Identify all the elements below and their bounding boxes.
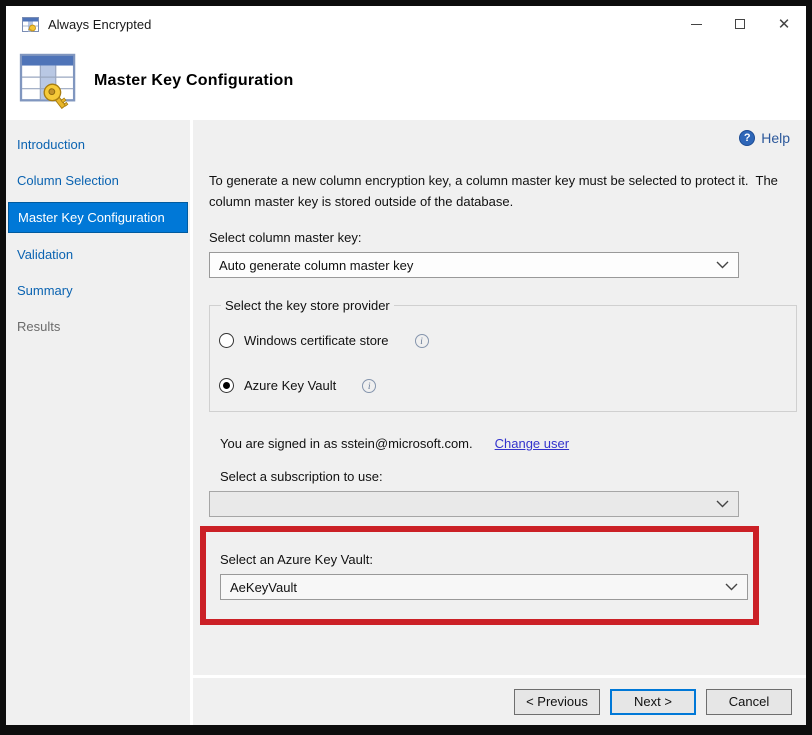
intro-text: To generate a new column encryption key,… [209, 170, 792, 212]
change-user-link[interactable]: Change user [495, 436, 569, 451]
sidebar-item-master-key-configuration[interactable]: Master Key Configuration [8, 202, 188, 233]
maximize-button[interactable] [718, 6, 762, 42]
sidebar-item-validation[interactable]: Validation [8, 240, 188, 269]
title-bar: Always Encrypted ✕ [6, 6, 806, 42]
chevron-down-icon [716, 261, 729, 269]
wizard-button-bar: < Previous Next > Cancel [193, 675, 806, 725]
sidebar-item-column-selection[interactable]: Column Selection [8, 166, 188, 195]
master-key-label: Select column master key: [209, 230, 794, 245]
minimize-button[interactable] [674, 6, 718, 42]
radio-azure-key-vault-label: Azure Key Vault [244, 378, 336, 393]
radio-azure-key-vault[interactable]: Azure Key Vault i [219, 378, 786, 393]
signed-in-text: You are signed in as sstein@microsoft.co… [220, 436, 473, 451]
radio-windows-certificate-store[interactable]: Windows certificate store i [219, 333, 786, 348]
help-icon: ? [739, 130, 755, 146]
help-row: ? Help [209, 130, 794, 146]
radio-unselected-icon [219, 333, 234, 348]
close-button[interactable]: ✕ [762, 6, 806, 42]
master-key-dropdown-value: Auto generate column master key [219, 258, 708, 273]
wizard-header: Master Key Configuration [6, 42, 806, 120]
radio-selected-icon [219, 378, 234, 393]
subscription-label: Select a subscription to use: [209, 469, 794, 484]
key-store-provider-group: Select the key store provider Windows ce… [209, 298, 797, 412]
window-title: Always Encrypted [48, 17, 151, 32]
sidebar-item-results: Results [8, 312, 188, 341]
master-key-dropdown[interactable]: Auto generate column master key [209, 252, 739, 278]
minimize-icon [691, 24, 702, 25]
close-icon: ✕ [778, 17, 791, 32]
radio-windows-certificate-store-label: Windows certificate store [244, 333, 389, 348]
maximize-icon [735, 19, 745, 29]
subscription-dropdown[interactable] [209, 491, 739, 517]
red-annotation-box: Select an Azure Key Vault: AeKeyVault [200, 526, 759, 625]
page-title: Master Key Configuration [94, 72, 294, 90]
app-table-key-icon [22, 17, 39, 32]
previous-button[interactable]: < Previous [514, 689, 600, 715]
wizard-window: Always Encrypted ✕ Master Key Configur [6, 6, 806, 725]
master-key-configuration-page: ? Help To generate a new column encrypti… [193, 120, 806, 675]
chevron-down-icon [716, 500, 729, 508]
window-controls: ✕ [674, 6, 806, 42]
signin-row: You are signed in as sstein@microsoft.co… [209, 436, 794, 451]
wizard-steps-sidebar: Introduction Column Selection Master Key… [6, 120, 193, 725]
azure-key-vault-dropdown-value: AeKeyVault [230, 580, 717, 595]
next-button[interactable]: Next > [610, 689, 696, 715]
info-icon[interactable]: i [362, 379, 376, 393]
key-store-provider-group-title: Select the key store provider [221, 298, 394, 313]
azure-key-vault-dropdown[interactable]: AeKeyVault [220, 574, 748, 600]
sidebar-item-summary[interactable]: Summary [8, 276, 188, 305]
info-icon[interactable]: i [415, 334, 429, 348]
chevron-down-icon [725, 583, 738, 591]
help-link[interactable]: Help [761, 130, 790, 146]
table-key-icon [18, 53, 80, 109]
cancel-button[interactable]: Cancel [706, 689, 792, 715]
sidebar-item-introduction[interactable]: Introduction [8, 130, 188, 159]
azure-key-vault-label: Select an Azure Key Vault: [220, 552, 753, 567]
